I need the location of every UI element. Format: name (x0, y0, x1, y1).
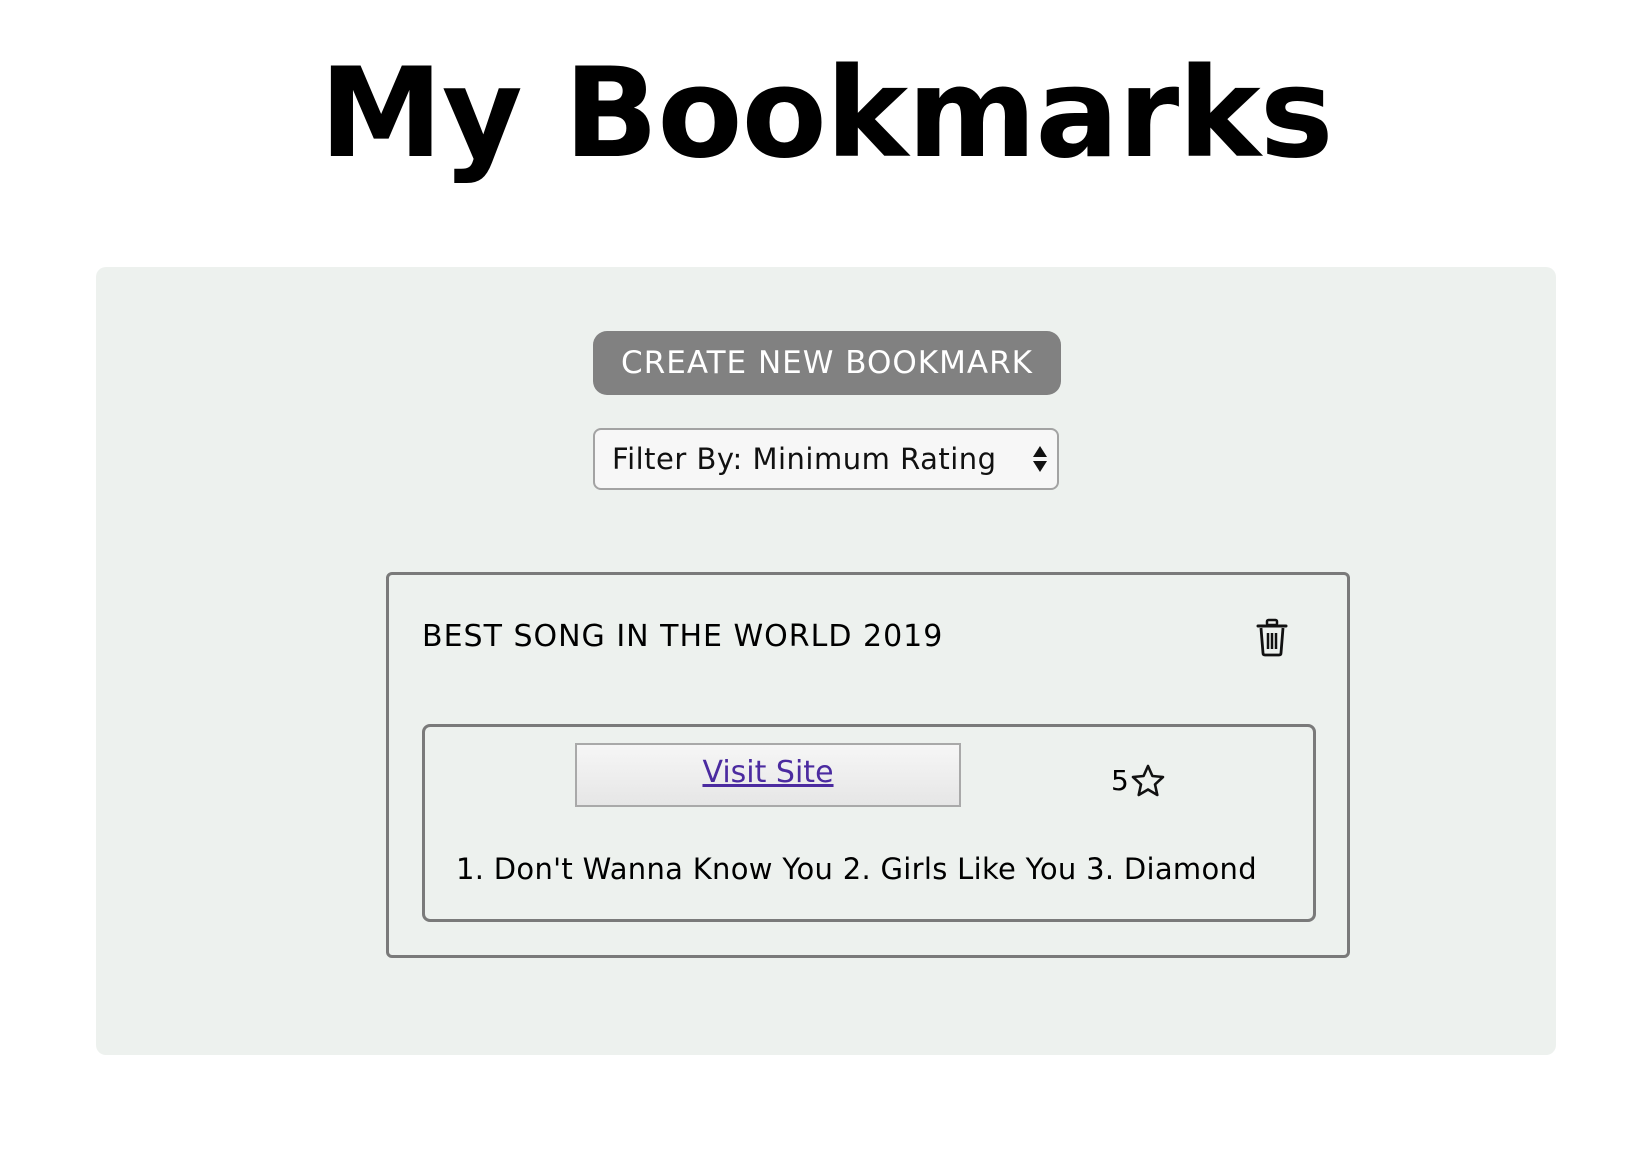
create-new-bookmark-button[interactable]: CREATE NEW BOOKMARK (593, 331, 1061, 395)
bookmark-description: 1. Don't Wanna Know You 2. Girls Like Yo… (456, 852, 1257, 886)
bookmark-card: BEST SONG IN THE WORLD 2019 Visit Site 5… (386, 572, 1350, 958)
page-title: My Bookmarks (319, 42, 1333, 186)
bookmark-title: BEST SONG IN THE WORLD 2019 (422, 619, 944, 654)
trash-icon[interactable] (1254, 617, 1290, 657)
star-outline-icon (1131, 764, 1165, 797)
filter-select-label: Filter By: Minimum Rating (612, 442, 997, 476)
rating-value: 5 (1111, 764, 1129, 797)
select-arrows-icon (1033, 446, 1047, 472)
bookmarks-panel: CREATE NEW BOOKMARK Filter By: Minimum R… (96, 267, 1556, 1055)
bookmark-rating: 5 (1111, 761, 1166, 801)
visit-site-button[interactable]: Visit Site (575, 743, 961, 807)
bookmark-details: Visit Site 5 1. Don't Wanna Know You 2. … (422, 724, 1316, 922)
visit-site-link[interactable]: Visit Site (702, 755, 833, 790)
filter-rating-select[interactable]: Filter By: Minimum Rating (593, 428, 1059, 490)
